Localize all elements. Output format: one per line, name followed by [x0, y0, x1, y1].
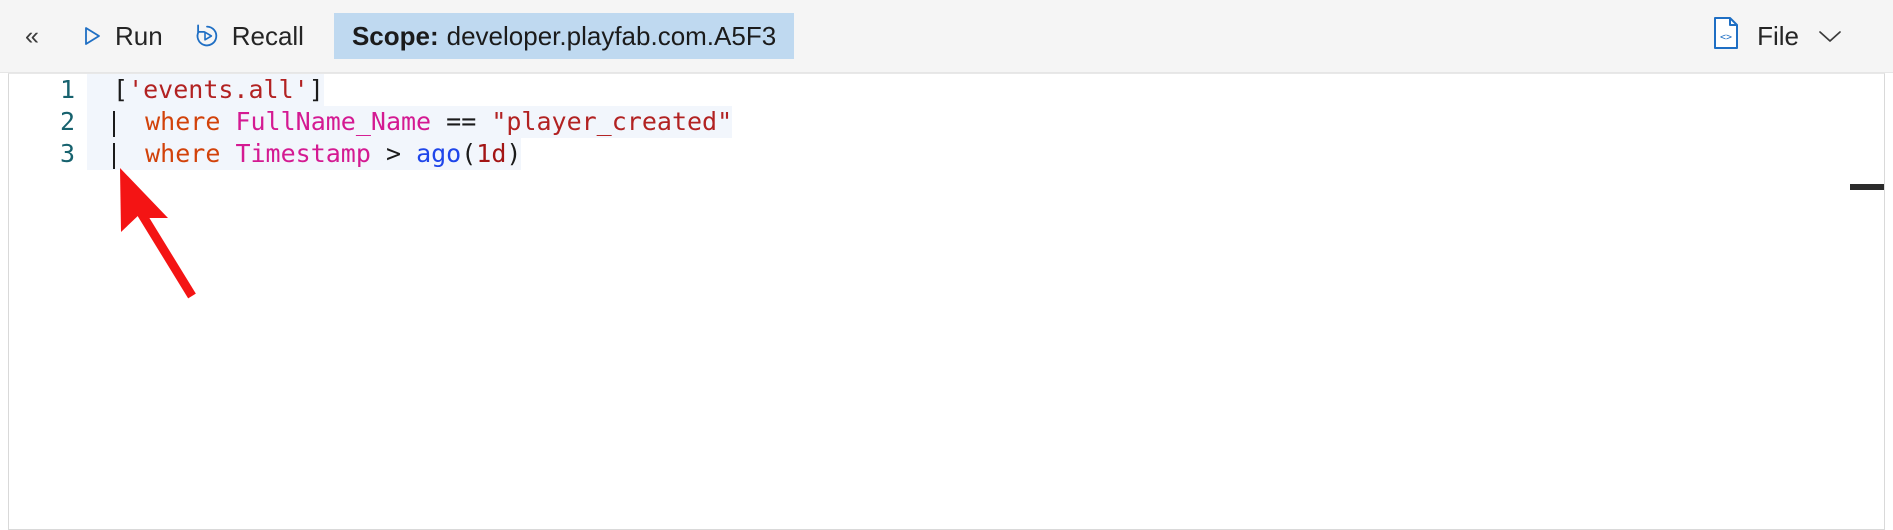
- scope-label: Scope:: [351, 20, 439, 51]
- scope-selector[interactable]: Scope: developer.playfab.com.A5F3: [333, 13, 795, 59]
- code-token: ]: [308, 75, 324, 104]
- code-line[interactable]: 2 where FullName_Name == "player_created…: [9, 106, 1884, 138]
- code-token: (: [461, 139, 477, 168]
- code-token: FullName_Name: [235, 107, 432, 136]
- code-token: [: [113, 75, 129, 104]
- code-file-icon: <>: [1711, 16, 1741, 57]
- code-line[interactable]: 1 ['events.all']: [9, 74, 1884, 106]
- query-editor-screen: « Run Recall Scope: developer.playfab.co…: [0, 0, 1893, 530]
- file-label: File: [1757, 20, 1799, 51]
- recall-label: Recall: [231, 20, 304, 51]
- code-line-text[interactable]: where FullName_Name == "player_created": [87, 106, 733, 138]
- code-token: "player_created": [491, 107, 733, 136]
- code-token: 'events.all': [128, 75, 309, 104]
- code-token: Timestamp: [235, 139, 371, 168]
- history-replay-icon: [193, 22, 221, 50]
- pipe-caret-glyph: [113, 111, 115, 137]
- file-menu-button[interactable]: <> File: [1701, 12, 1853, 60]
- line-number: 1: [59, 75, 75, 104]
- toolbar-right-group: <> File: [1701, 0, 1893, 72]
- code-line-text[interactable]: ['events.all']: [87, 74, 324, 106]
- run-label: Run: [115, 20, 163, 51]
- scope-value: developer.playfab.com.A5F3: [446, 20, 777, 51]
- code-line-text[interactable]: where Timestamp > ago(1d): [87, 138, 522, 170]
- query-toolbar: « Run Recall Scope: developer.playfab.co…: [0, 0, 1893, 73]
- kql-editor-panel[interactable]: 1 ['events.all'] 2 where FullName_Name == …: [8, 73, 1885, 530]
- line-number: 3: [59, 139, 75, 168]
- code-token: ==: [431, 107, 492, 136]
- code-token: where: [145, 139, 221, 168]
- line-number: 2: [59, 107, 75, 136]
- code-token: ): [506, 139, 522, 168]
- run-button[interactable]: Run: [64, 13, 177, 59]
- scrollbar-thumb[interactable]: [1850, 184, 1884, 190]
- pipe-caret-glyph: [113, 143, 115, 169]
- code-line[interactable]: 3 where Timestamp > ago(1d): [9, 138, 1884, 170]
- play-triangle-icon: [78, 23, 104, 49]
- toolbar-left-group: « Run Recall Scope: developer.playfab.co…: [0, 0, 795, 73]
- recall-button[interactable]: Recall: [179, 13, 318, 59]
- code-token: ago: [416, 139, 462, 168]
- code-token: >: [370, 139, 417, 168]
- svg-text:<>: <>: [1720, 32, 1732, 43]
- code-token: where: [145, 107, 221, 136]
- code-token: 1d: [476, 139, 507, 168]
- collapse-panel-button[interactable]: «: [0, 0, 64, 73]
- chevron-down-icon[interactable]: [1817, 28, 1843, 44]
- double-chevron-left-icon: «: [25, 21, 39, 50]
- code-editor[interactable]: 1 ['events.all'] 2 where FullName_Name == …: [9, 74, 1884, 529]
